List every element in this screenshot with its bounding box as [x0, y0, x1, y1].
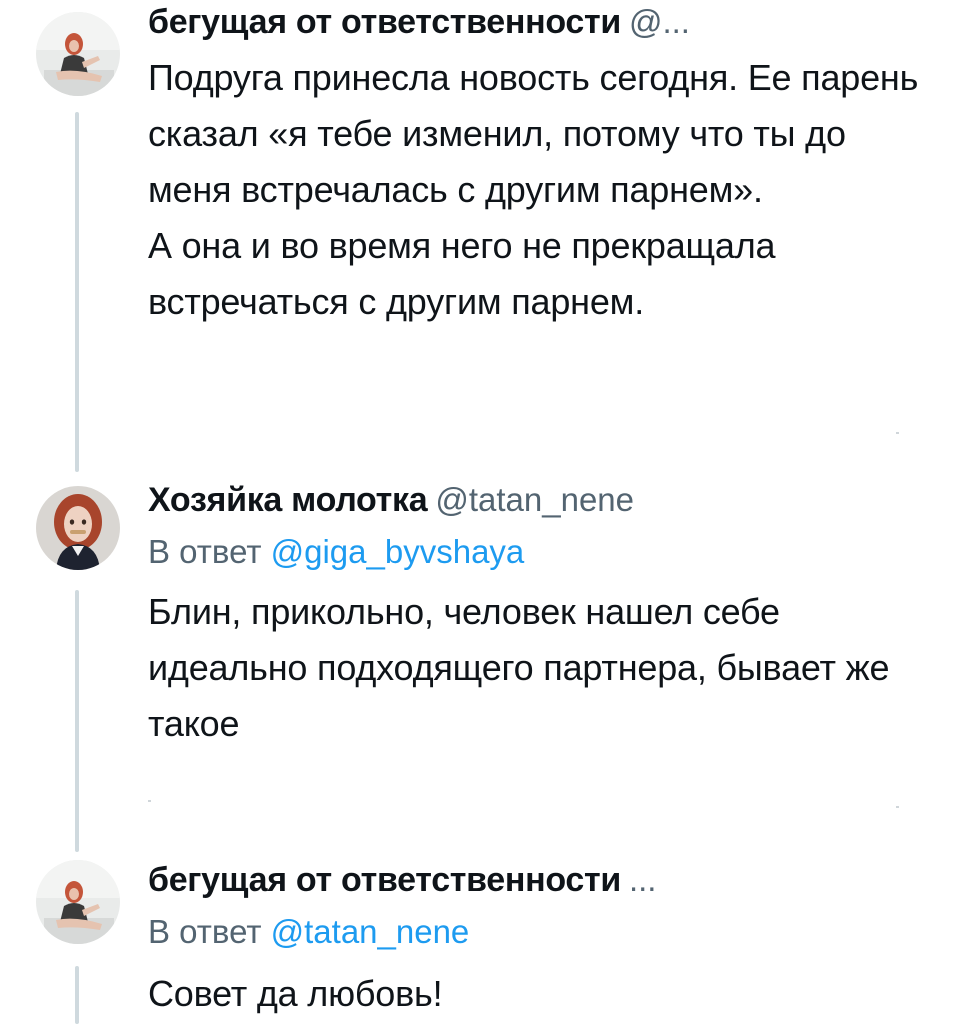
avatar-red-hair-woman-sitting-icon	[36, 860, 120, 944]
reply-mention-link[interactable]: @tatan_nene	[271, 913, 470, 950]
divider-speck	[148, 800, 151, 802]
tweet-header: бегущая от ответственности @...	[148, 2, 690, 42]
tweet-paragraph: Подруга принесла новость сегодня. Ее пар…	[148, 57, 919, 210]
author-handle[interactable]: @...	[629, 3, 690, 40]
tweet-header: бегущая от ответственности...	[148, 860, 656, 900]
author-handle[interactable]: ...	[629, 861, 657, 898]
tweet[interactable]: бегущая от ответственности... В ответ @t…	[0, 852, 958, 1024]
avatar[interactable]	[36, 860, 120, 944]
tweet-paragraph: Совет да любовь!	[148, 973, 443, 1014]
tweet-text: Подруга принесла новость сегодня. Ее пар…	[148, 50, 928, 330]
tweet-header: Хозяйка молотка @tatan_nene	[148, 480, 634, 520]
tweet-paragraph: Блин, прикольно, человек нашел себе идеа…	[148, 591, 890, 744]
reply-mention-link[interactable]: @giga_byvshaya	[271, 533, 525, 570]
divider-speck	[896, 432, 899, 434]
reply-context: В ответ @tatan_nene	[148, 912, 469, 952]
tweet-text: Блин, прикольно, человек нашел себе идеа…	[148, 584, 928, 752]
tweet-text: Совет да любовь!	[148, 966, 928, 1022]
tweet[interactable]: Хозяйка молотка @tatan_nene В ответ @giga…	[0, 478, 958, 838]
avatar[interactable]	[36, 12, 120, 96]
avatar-red-hair-woman-sitting-icon	[36, 12, 120, 96]
author-handle[interactable]: @tatan_nene	[435, 481, 634, 518]
divider-speck	[896, 806, 899, 808]
reply-prefix: В ответ	[148, 533, 271, 570]
tweet-paragraph: А она и во время него не прекращала встр…	[148, 225, 776, 322]
avatar[interactable]	[36, 486, 120, 570]
author-name[interactable]: Хозяйка молотка	[148, 481, 428, 519]
author-name[interactable]: бегущая от ответственности	[148, 861, 621, 899]
reply-prefix: В ответ	[148, 913, 271, 950]
tweet[interactable]: бегущая от ответственности @... Подруга п…	[0, 0, 958, 470]
avatar-red-hair-woman-portrait-icon	[36, 486, 120, 570]
author-name[interactable]: бегущая от ответственности	[148, 3, 621, 41]
reply-context: В ответ @giga_byvshaya	[148, 532, 524, 572]
